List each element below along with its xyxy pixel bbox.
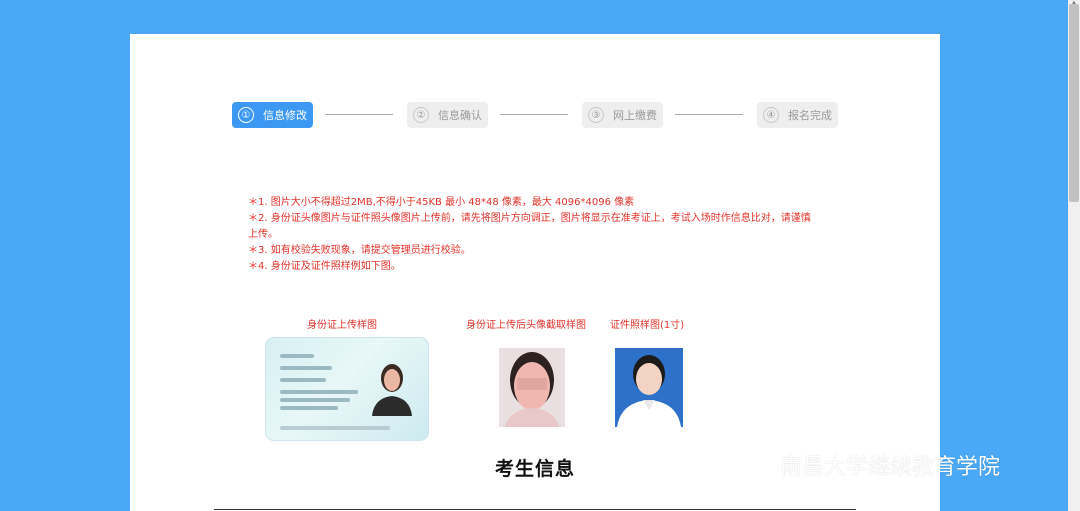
step-connector [325, 114, 393, 115]
step-number: ③ [588, 107, 604, 123]
main-card: ① 信息修改 ② 信息确认 ③ 网上缴费 ④ 报名完成 ＊1. 图片大小不得超过… [130, 34, 940, 511]
headshot-sample-label: 身份证上传后头像截取样图 [466, 320, 586, 331]
step-registration-complete[interactable]: ④ 报名完成 [757, 102, 838, 128]
step-progress: ① 信息修改 ② 信息确认 ③ 网上缴费 ④ 报名完成 [232, 102, 842, 128]
id-card-sample-image [265, 337, 429, 441]
step-connector [675, 114, 743, 115]
headshot-sample-image [499, 348, 565, 427]
step-number: ② [413, 107, 429, 123]
vertical-scrollbar[interactable]: ▲ [1068, 0, 1080, 511]
note-item: ＊1. 图片大小不得超过2MB,不得小于45KB 最小 48*48 像素，最大 … [248, 197, 635, 208]
note-item: ＊4. 身份证及证件照样例如下图。 [248, 261, 401, 272]
cert-photo-sample-label: 证件照样图(1寸) [610, 320, 685, 331]
watermark: 南昌大学继续教育学院 [736, 449, 1000, 481]
step-number: ④ [763, 107, 779, 123]
watermark-text: 南昌大学继续教育学院 [780, 455, 1001, 480]
step-label: 报名完成 [788, 109, 832, 122]
step-info-edit[interactable]: ① 信息修改 [232, 102, 313, 128]
step-number: ① [238, 107, 254, 123]
step-label: 信息修改 [263, 109, 307, 122]
section-divider [214, 509, 856, 510]
id-card-sample-label: 身份证上传样图 [307, 320, 377, 331]
cert-photo-sample-image [615, 348, 683, 427]
step-label: 网上缴费 [613, 109, 657, 122]
note-item: ＊2. 身份证头像图片与证件照头像图片上传前，请先将图片方向调正，图片将显示在准… [248, 213, 811, 240]
step-online-payment[interactable]: ③ 网上缴费 [582, 102, 663, 128]
step-label: 信息确认 [438, 109, 482, 122]
upload-notes: ＊1. 图片大小不得超过2MB,不得小于45KB 最小 48*48 像素，最大 … [248, 195, 813, 275]
note-item: ＊3. 如有校验失败现象，请提交管理员进行校验。 [248, 245, 471, 256]
step-connector [500, 114, 568, 115]
step-info-confirm[interactable]: ② 信息确认 [407, 102, 488, 128]
scroll-thumb[interactable] [1069, 4, 1079, 202]
id-card-portrait-icon [372, 364, 412, 416]
wechat-icon [737, 452, 771, 477]
